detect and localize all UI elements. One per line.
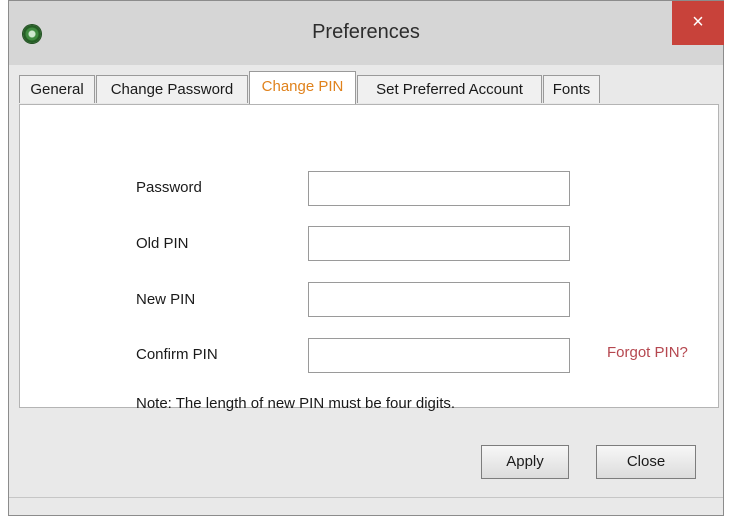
- password-label: Password: [136, 179, 202, 196]
- tab-fonts[interactable]: Fonts: [543, 75, 600, 103]
- preferences-window: Preferences × General Change Password Ch…: [8, 0, 724, 516]
- tab-general[interactable]: General: [19, 75, 95, 103]
- confirm-pin-label: Confirm PIN: [136, 346, 218, 363]
- tab-bar: General Change Password Change PIN Set P…: [19, 71, 719, 105]
- close-window-button[interactable]: ×: [672, 1, 724, 45]
- window-title: Preferences: [312, 21, 420, 43]
- pin-length-note: Note: The length of new PIN must be four…: [136, 395, 456, 412]
- old-pin-label: Old PIN: [136, 235, 189, 252]
- tab-set-preferred-account[interactable]: Set Preferred Account: [357, 75, 542, 103]
- footer-divider: [9, 497, 723, 498]
- forgot-pin-link[interactable]: Forgot PIN?: [607, 344, 688, 361]
- new-pin-label: New PIN: [136, 291, 196, 308]
- apply-button[interactable]: Apply: [481, 445, 569, 479]
- close-button[interactable]: Close: [596, 445, 696, 479]
- title-bar[interactable]: Preferences ×: [9, 1, 724, 65]
- change-pin-panel: Password Old PIN New PIN Confirm PIN For…: [19, 104, 719, 412]
- tab-change-password[interactable]: Change Password: [96, 75, 248, 103]
- old-pin-field[interactable]: [308, 226, 570, 261]
- password-field[interactable]: [308, 171, 570, 206]
- new-pin-field[interactable]: [308, 282, 570, 317]
- tab-change-pin[interactable]: Change PIN: [249, 71, 356, 105]
- confirm-pin-field[interactable]: [308, 338, 570, 373]
